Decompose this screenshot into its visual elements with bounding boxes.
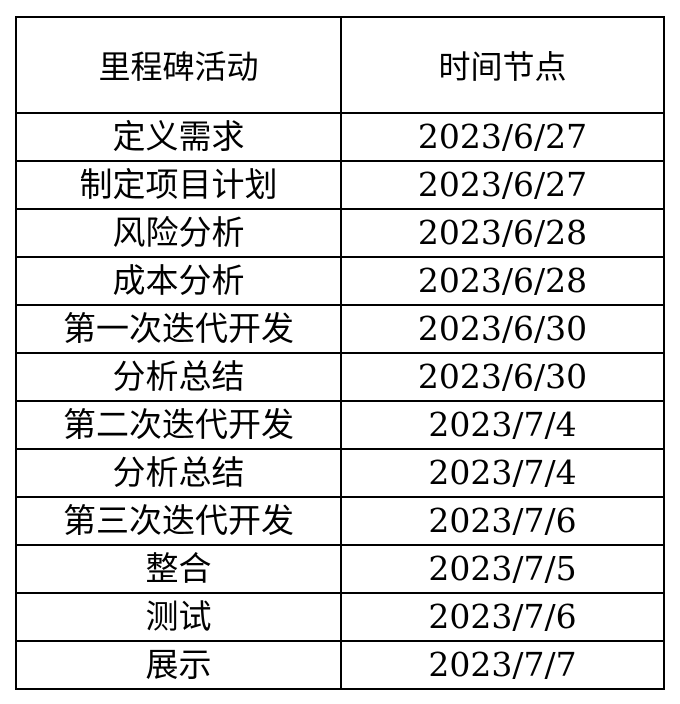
date-cell: 2023/6/27 [340, 112, 665, 162]
milestone-cell: 整合 [15, 544, 342, 594]
milestone-table: 里程碑活动 时间节点 定义需求 2023/6/27 制定项目计划 2023/6/… [15, 16, 665, 690]
date-cell: 2023/6/30 [340, 352, 665, 402]
table-row: 制定项目计划 2023/6/27 [15, 160, 665, 210]
milestone-cell: 分析总结 [15, 352, 342, 402]
date-cell: 2023/7/4 [340, 448, 665, 498]
milestone-cell: 展示 [15, 640, 342, 690]
milestone-cell: 成本分析 [15, 256, 342, 306]
table-row: 风险分析 2023/6/28 [15, 208, 665, 258]
date-cell: 2023/6/28 [340, 256, 665, 306]
milestone-cell: 第三次迭代开发 [15, 496, 342, 546]
date-cell: 2023/7/5 [340, 544, 665, 594]
milestone-cell: 风险分析 [15, 208, 342, 258]
milestone-cell: 第二次迭代开发 [15, 400, 342, 450]
milestone-cell: 定义需求 [15, 112, 342, 162]
date-cell: 2023/6/27 [340, 160, 665, 210]
date-cell: 2023/6/30 [340, 304, 665, 354]
column-header-milestone: 里程碑活动 [15, 16, 342, 114]
table-row: 定义需求 2023/6/27 [15, 112, 665, 162]
date-cell: 2023/7/6 [340, 496, 665, 546]
table-row: 展示 2023/7/7 [15, 640, 665, 690]
milestone-cell: 第一次迭代开发 [15, 304, 342, 354]
milestone-cell: 测试 [15, 592, 342, 642]
column-header-date: 时间节点 [340, 16, 665, 114]
table-row: 测试 2023/7/6 [15, 592, 665, 642]
header-row: 里程碑活动 时间节点 [15, 16, 665, 114]
table-row: 第三次迭代开发 2023/7/6 [15, 496, 665, 546]
table-row: 第二次迭代开发 2023/7/4 [15, 400, 665, 450]
date-cell: 2023/6/28 [340, 208, 665, 258]
table-row: 分析总结 2023/7/4 [15, 448, 665, 498]
table-row: 分析总结 2023/6/30 [15, 352, 665, 402]
date-cell: 2023/7/6 [340, 592, 665, 642]
table-row: 整合 2023/7/5 [15, 544, 665, 594]
milestone-cell: 制定项目计划 [15, 160, 342, 210]
date-cell: 2023/7/7 [340, 640, 665, 690]
table-row: 第一次迭代开发 2023/6/30 [15, 304, 665, 354]
date-cell: 2023/7/4 [340, 400, 665, 450]
milestone-cell: 分析总结 [15, 448, 342, 498]
table-row: 成本分析 2023/6/28 [15, 256, 665, 306]
